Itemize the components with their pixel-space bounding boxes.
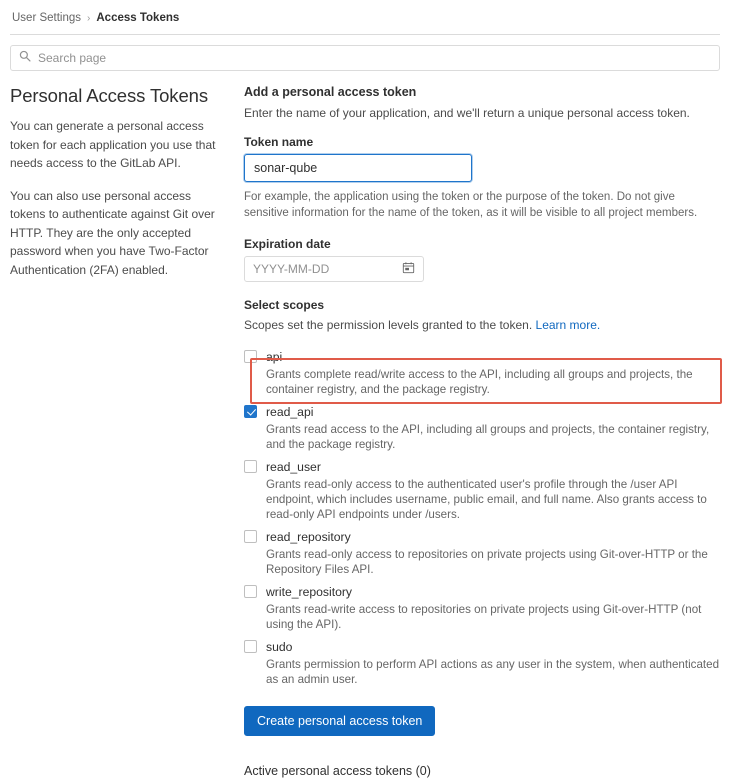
select-scopes-label: Select scopes — [244, 298, 325, 312]
scope-name-write-repository: write_repository — [266, 585, 353, 599]
search-page-container: Search page — [0, 35, 730, 71]
learn-more-link[interactable]: Learn more. — [536, 318, 601, 332]
scope-row-api[interactable]: api Grants complete read/write access to… — [244, 347, 720, 398]
sidebar-paragraph-1: You can generate a personal access token… — [10, 119, 216, 170]
scopes-list: api Grants complete read/write access to… — [244, 347, 720, 688]
scope-row-write-repository[interactable]: write_repository Grants read-write acces… — [244, 582, 720, 633]
scope-row-sudo[interactable]: sudo Grants permission to perform API ac… — [244, 637, 720, 688]
scope-name-read-api: read_api — [266, 405, 314, 419]
token-name-label: Token name — [244, 135, 314, 149]
token-name-value: sonar-qube — [254, 161, 318, 175]
scope-name-api: api — [266, 350, 283, 364]
scopes-subheading-text: Scopes set the permission levels granted… — [244, 318, 533, 332]
search-icon — [19, 49, 31, 67]
scope-desc-read-user: Grants read-only access to the authentic… — [266, 478, 707, 521]
expiration-date-placeholder: YYYY-MM-DD — [253, 262, 330, 276]
scope-name-read-user: read_user — [266, 460, 321, 474]
breadcrumb: User Settings › Access Tokens — [0, 0, 730, 34]
breadcrumb-access-tokens[interactable]: Access Tokens — [96, 12, 179, 24]
active-tokens-title: Active personal access tokens (0) — [244, 764, 431, 778]
scope-row-read-user[interactable]: read_user Grants read-only access to the… — [244, 457, 720, 523]
breadcrumb-user-settings[interactable]: User Settings — [12, 12, 81, 24]
checkbox-read-user[interactable] — [244, 460, 257, 473]
token-form-panel: Add a personal access token Enter the na… — [242, 85, 720, 784]
checkbox-read-repository[interactable] — [244, 530, 257, 543]
scope-desc-read-api: Grants read access to the API, including… — [266, 423, 710, 451]
scope-name-read-repository: read_repository — [266, 530, 351, 544]
scope-desc-read-repository: Grants read-only access to repositories … — [266, 548, 708, 576]
form-subheading: Enter the name of your application, and … — [244, 106, 690, 120]
page-root: User Settings › Access Tokens Search pag… — [0, 0, 730, 784]
checkbox-write-repository[interactable] — [244, 585, 257, 598]
checkbox-api[interactable] — [244, 350, 257, 363]
scopes-subheading: Scopes set the permission levels granted… — [244, 317, 720, 333]
search-input[interactable]: Search page — [10, 45, 720, 71]
token-name-helper-text: For example, the application using the t… — [244, 191, 698, 219]
content-columns: Personal Access Tokens You can generate … — [0, 71, 730, 784]
calendar-icon[interactable] — [402, 261, 415, 277]
scope-name-sudo: sudo — [266, 640, 293, 654]
scope-desc-sudo: Grants permission to perform API actions… — [266, 658, 720, 686]
scope-row-read-api[interactable]: read_api Grants read access to the API, … — [244, 402, 720, 453]
expiration-date-input[interactable]: YYYY-MM-DD — [244, 256, 424, 282]
checkbox-read-api[interactable] — [244, 405, 257, 418]
scope-desc-api: Grants complete read/write access to the… — [266, 368, 693, 396]
sidebar-paragraph-2: You can also use personal access tokens … — [10, 188, 215, 277]
breadcrumb-separator-icon: › — [87, 12, 91, 24]
search-placeholder: Search page — [38, 51, 107, 65]
scope-row-read-repository[interactable]: read_repository Grants read-only access … — [244, 527, 720, 578]
token-name-input[interactable]: sonar-qube — [244, 154, 472, 182]
scope-desc-write-repository: Grants read-write access to repositories… — [266, 603, 702, 631]
expiration-date-label: Expiration date — [244, 237, 331, 251]
form-heading: Add a personal access token — [244, 85, 417, 99]
page-title: Personal Access Tokens — [10, 85, 208, 106]
sidebar-description: Personal Access Tokens You can generate … — [10, 85, 242, 784]
active-tokens-section: Active personal access tokens (0) Token … — [244, 764, 720, 784]
checkbox-sudo[interactable] — [244, 640, 257, 653]
create-personal-access-token-button[interactable]: Create personal access token — [244, 706, 436, 736]
